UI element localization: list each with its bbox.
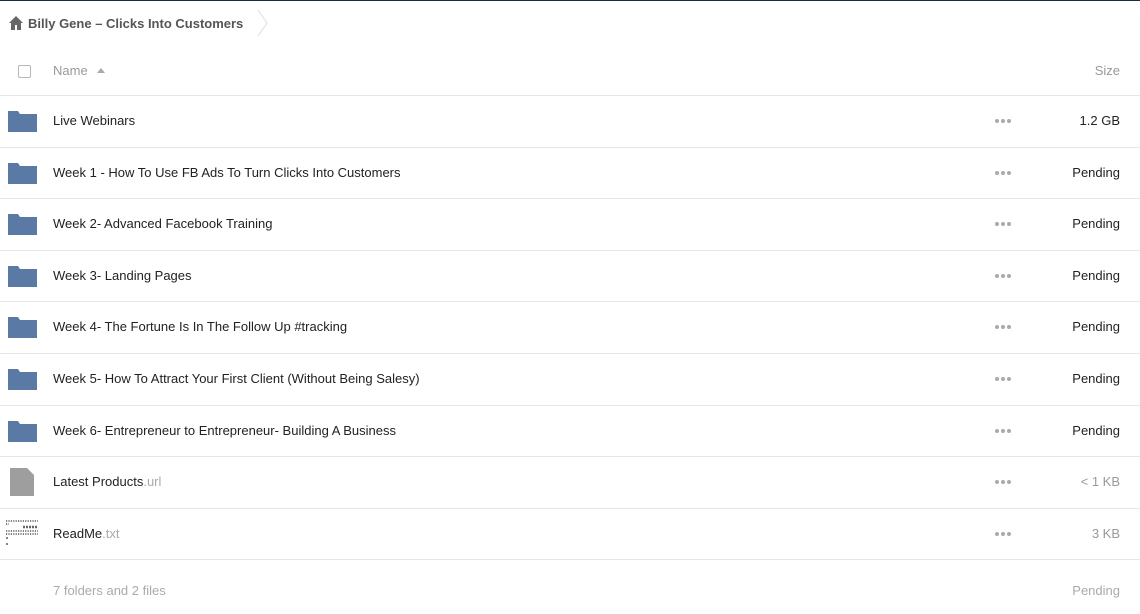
more-actions-icon[interactable] xyxy=(995,474,1011,490)
file-row[interactable]: Week 5- How To Attract Your First Client… xyxy=(0,354,1140,406)
folder-icon xyxy=(8,108,37,134)
breadcrumb: Billy Gene – Clicks Into Customers xyxy=(0,0,1140,46)
file-name[interactable]: Week 6- Entrepreneur to Entrepreneur- Bu… xyxy=(53,423,396,438)
file-summary: 7 folders and 2 files Pending xyxy=(0,570,1140,610)
more-actions-icon[interactable] xyxy=(995,216,1011,232)
more-actions-icon[interactable] xyxy=(995,319,1011,335)
file-size: Pending xyxy=(1072,267,1120,283)
file-size: Pending xyxy=(1072,422,1120,438)
folder-icon xyxy=(8,314,37,340)
file-name[interactable]: Week 3- Landing Pages xyxy=(53,268,192,283)
folder-icon xyxy=(8,263,37,289)
file-row[interactable]: Latest Products.url < 1 KB xyxy=(0,457,1140,509)
file-row[interactable]: Week 6- Entrepreneur to Entrepreneur- Bu… xyxy=(0,406,1140,458)
file-name[interactable]: Week 1 - How To Use FB Ads To Turn Click… xyxy=(53,165,401,180)
folder-icon xyxy=(8,211,37,237)
file-size: 1.2 GB xyxy=(1079,113,1120,128)
file-row[interactable]: Live Webinars 1.2 GB xyxy=(0,96,1140,148)
folder-icon xyxy=(8,418,37,444)
more-actions-icon[interactable] xyxy=(995,165,1011,181)
file-size: Pending xyxy=(1072,164,1120,180)
file-row[interactable]: Week 2- Advanced Facebook Training Pendi… xyxy=(0,199,1140,251)
file-row[interactable]: Week 4- The Fortune Is In The Follow Up … xyxy=(0,302,1140,354)
more-actions-icon[interactable] xyxy=(995,526,1011,542)
file-size: Pending xyxy=(1072,319,1120,335)
name-column-header[interactable]: Name xyxy=(53,63,88,78)
file-icon xyxy=(8,468,37,497)
home-icon[interactable] xyxy=(8,15,24,31)
file-name[interactable]: Week 4- The Fortune Is In The Follow Up … xyxy=(53,319,347,334)
select-all-checkbox[interactable] xyxy=(18,65,31,78)
breadcrumb-current[interactable]: Billy Gene – Clicks Into Customers xyxy=(28,16,243,31)
file-row[interactable]: ReadMe.txt 3 KB xyxy=(0,509,1140,561)
more-actions-icon[interactable] xyxy=(995,371,1011,387)
sort-ascending-icon[interactable] xyxy=(97,68,105,73)
file-size: 3 KB xyxy=(1091,525,1120,541)
more-actions-icon[interactable] xyxy=(995,113,1011,129)
more-actions-icon[interactable] xyxy=(995,268,1011,284)
file-list-header: Name Size xyxy=(0,46,1140,96)
file-name[interactable]: Live Webinars xyxy=(53,113,135,128)
file-size: Pending xyxy=(1072,216,1120,232)
folder-icon xyxy=(8,160,37,186)
file-size: Pending xyxy=(1072,370,1120,386)
summary-count: 7 folders and 2 files xyxy=(53,583,166,598)
file-row[interactable]: Week 1 - How To Use FB Ads To Turn Click… xyxy=(0,148,1140,200)
file-row[interactable]: Week 3- Landing Pages Pending xyxy=(0,251,1140,303)
file-name[interactable]: ReadMe.txt xyxy=(53,526,119,541)
file-name[interactable]: Week 2- Advanced Facebook Training xyxy=(53,216,272,231)
file-size: < 1 KB xyxy=(1080,474,1120,490)
file-name[interactable]: Week 5- How To Attract Your First Client… xyxy=(53,371,420,386)
summary-size: Pending xyxy=(1072,583,1120,598)
breadcrumb-separator-icon xyxy=(257,9,268,37)
text-file-thumbnail xyxy=(6,520,38,547)
file-list: Live Webinars 1.2 GB Week 1 - How To Use… xyxy=(0,96,1140,561)
folder-icon xyxy=(8,366,37,392)
size-column-header[interactable]: Size xyxy=(1095,63,1120,78)
more-actions-icon[interactable] xyxy=(995,423,1011,439)
file-name[interactable]: Latest Products.url xyxy=(53,474,161,489)
